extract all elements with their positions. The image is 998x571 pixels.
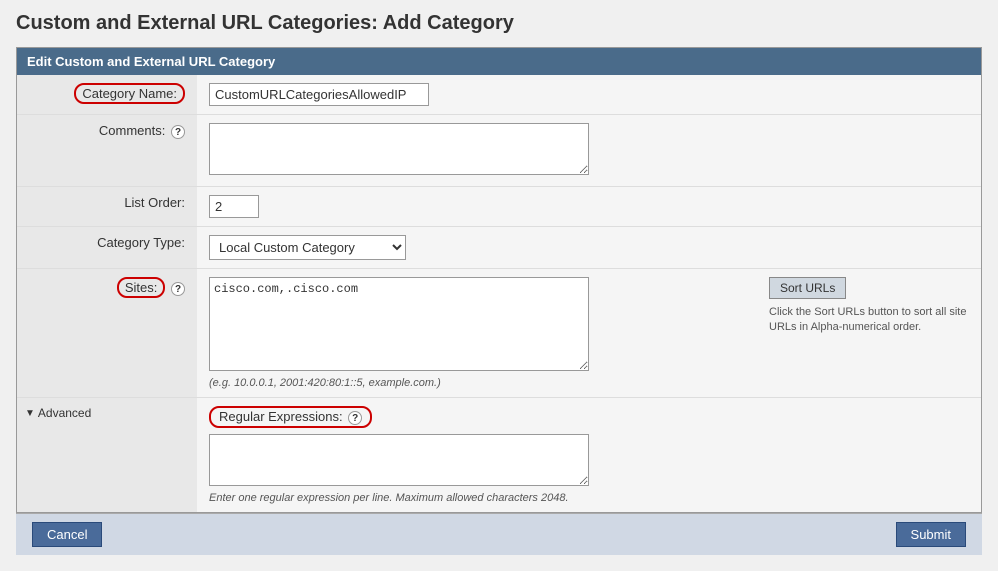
submit-button[interactable]: Submit [896, 522, 966, 547]
cancel-button[interactable]: Cancel [32, 522, 102, 547]
list-order-row: List Order: [17, 187, 981, 227]
sites-label-cell: Sites: ? [17, 269, 197, 398]
category-type-select[interactable]: Local Custom Category External Live Feed… [209, 235, 406, 260]
sort-description: Click the Sort URLs button to sort all s… [769, 305, 969, 336]
advanced-row: ▼ Advanced Regular Expressions: ? Enter … [17, 398, 981, 513]
sites-textarea[interactable]: cisco.com,.cisco.com [209, 277, 589, 371]
advanced-arrow-icon: ▼ [25, 408, 35, 419]
regexp-help-icon[interactable]: ? [348, 411, 362, 425]
sites-value-cell: cisco.com,.cisco.com (e.g. 10.0.0.1, 200… [197, 269, 981, 397]
edit-panel: Edit Custom and External URL Category Ca… [16, 47, 982, 513]
comments-label-cell: Comments: ? [17, 115, 197, 187]
list-order-label: List Order: [124, 195, 185, 210]
category-name-row: Category Name: [17, 75, 981, 115]
category-name-value-cell [197, 75, 981, 115]
form-table: Category Name: Comments: ? List [17, 75, 981, 512]
category-type-label: Category Type: [97, 235, 185, 250]
advanced-label-cell: ▼ Advanced [17, 398, 197, 513]
sites-row: Sites: ? cisco.com,.cisco.com (e.g. 10.0… [17, 269, 981, 398]
comments-value-cell [197, 115, 981, 187]
footer-bar: Cancel Submit [16, 513, 982, 555]
sites-right: Sort URLs Click the Sort URLs button to … [769, 277, 969, 336]
page-container: Custom and External URL Categories: Add … [0, 0, 998, 571]
category-type-label-cell: Category Type: [17, 227, 197, 269]
comments-label: Comments: [99, 123, 165, 138]
sites-help-icon[interactable]: ? [171, 282, 185, 296]
regexp-label-box: Regular Expressions: ? [209, 406, 372, 428]
category-name-label-cell: Category Name: [17, 75, 197, 115]
comments-row: Comments: ? [17, 115, 981, 187]
panel-header: Edit Custom and External URL Category [17, 48, 981, 75]
list-order-input[interactable] [209, 195, 259, 218]
category-type-row: Category Type: Local Custom Category Ext… [17, 227, 981, 269]
category-type-value-cell: Local Custom Category External Live Feed… [197, 227, 981, 269]
advanced-value-cell: Regular Expressions: ? Enter one regular… [197, 398, 981, 513]
list-order-value-cell [197, 187, 981, 227]
sites-hint: (e.g. 10.0.0.1, 2001:420:80:1::5, exampl… [209, 377, 757, 389]
comments-textarea[interactable] [209, 123, 589, 175]
advanced-toggle[interactable]: ▼ Advanced [25, 406, 185, 420]
comments-help-icon[interactable]: ? [171, 125, 185, 139]
advanced-label: Advanced [38, 406, 91, 420]
category-name-label: Category Name: [74, 83, 185, 104]
list-order-label-cell: List Order: [17, 187, 197, 227]
regexp-textarea[interactable] [209, 434, 589, 486]
regexp-textarea-wrapper [209, 434, 969, 489]
sort-urls-button[interactable]: Sort URLs [769, 277, 846, 299]
category-name-input[interactable] [209, 83, 429, 106]
regexp-label: Regular Expressions: [219, 409, 343, 424]
sites-label: Sites: [117, 277, 166, 298]
page-title: Custom and External URL Categories: Add … [16, 12, 982, 35]
regexp-hint: Enter one regular expression per line. M… [209, 492, 969, 504]
sites-left: cisco.com,.cisco.com (e.g. 10.0.0.1, 200… [209, 277, 757, 389]
